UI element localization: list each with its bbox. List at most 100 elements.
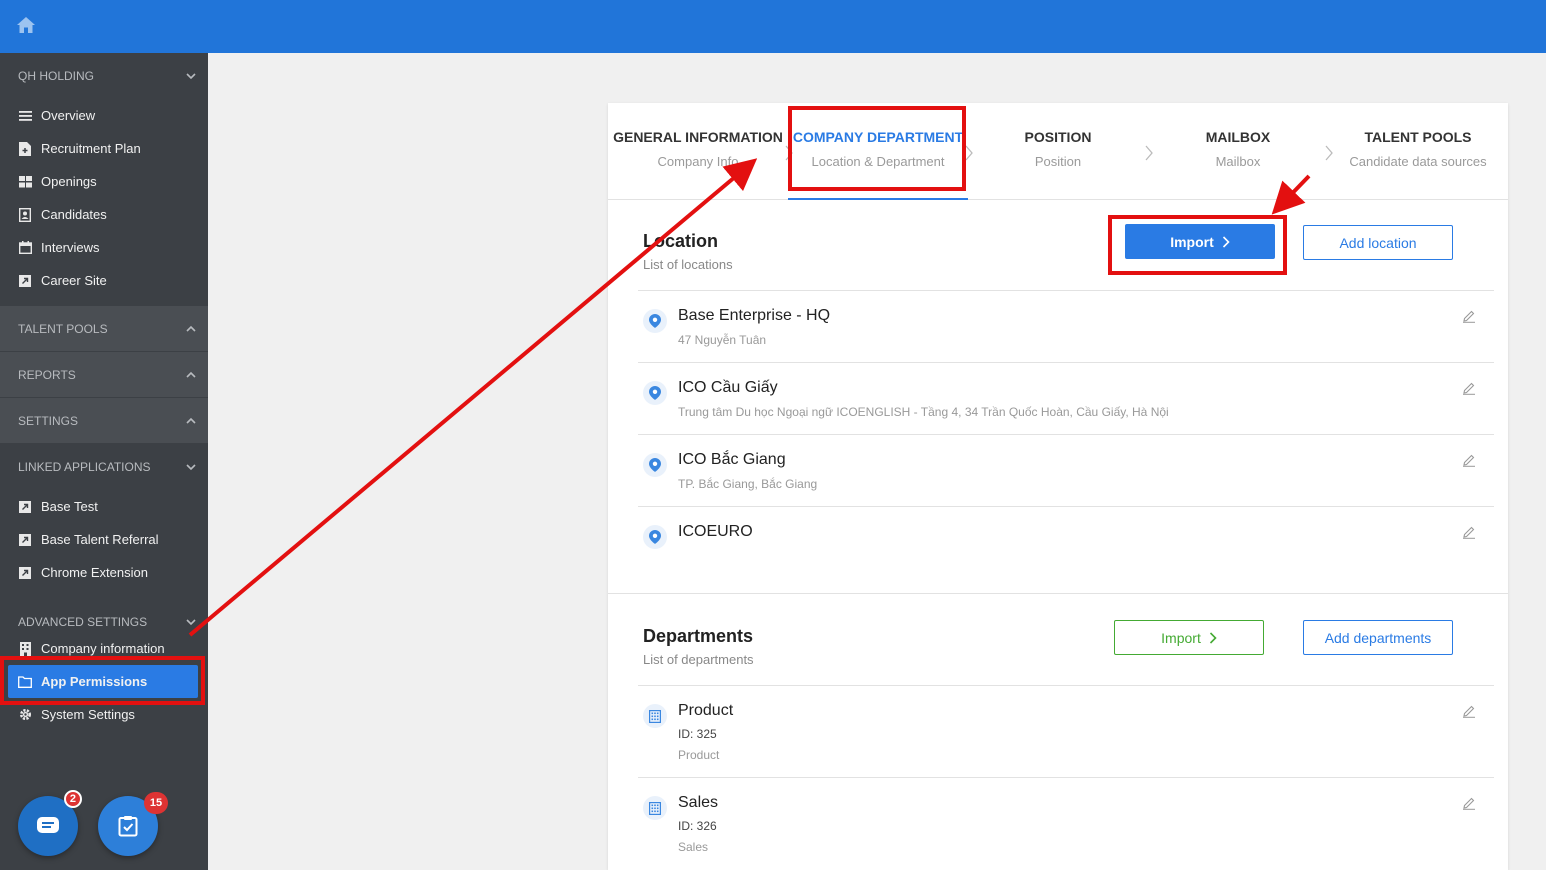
step-position[interactable]: POSITION Position xyxy=(968,103,1148,199)
sidebar-item-interviews[interactable]: Interviews xyxy=(0,231,208,264)
sidebar-section-talent-pools[interactable]: TALENT POOLS xyxy=(0,306,208,352)
step-general-information[interactable]: GENERAL INFORMATION Company Info xyxy=(608,103,788,199)
sidebar-section-label: REPORTS xyxy=(18,367,76,382)
home-icon[interactable] xyxy=(16,15,36,35)
sidebar-section-label: SETTINGS xyxy=(18,413,79,428)
wizard-steps: GENERAL INFORMATION Company Info COMPANY… xyxy=(608,103,1508,200)
edit-icon[interactable] xyxy=(1462,381,1476,395)
external-icon xyxy=(18,566,32,580)
button-label: Add departments xyxy=(1324,629,1432,646)
location-name: Base Enterprise - HQ xyxy=(678,307,831,324)
edit-icon[interactable] xyxy=(1462,796,1476,810)
task-badge: 15 xyxy=(144,792,168,814)
location-address: Trung tâm Du học Ngoại ngữ ICOENGLISH - … xyxy=(678,405,1169,419)
chevron-down-icon xyxy=(186,73,196,80)
sidebar-item-label: Interviews xyxy=(41,240,100,255)
sidebar-item-openings[interactable]: Openings xyxy=(0,165,208,198)
chat-button[interactable]: 2 xyxy=(18,790,82,856)
add-location-button[interactable]: Add location xyxy=(1303,225,1453,260)
chat-icon xyxy=(37,817,59,833)
location-title: Location xyxy=(643,231,718,251)
location-row[interactable]: ICO Cầu Giấy Trung tâm Du học Ngoại ngữ … xyxy=(638,362,1494,434)
building-icon xyxy=(643,704,667,728)
sidebar-item-label: Company information xyxy=(41,641,165,656)
sidebar-section-settings[interactable]: SETTINGS xyxy=(0,398,208,444)
step-mailbox[interactable]: MAILBOX Mailbox xyxy=(1148,103,1328,199)
departments-import-button[interactable]: Import xyxy=(1114,620,1264,655)
sidebar-item-base-talent-referral[interactable]: Base Talent Referral xyxy=(0,523,208,556)
contact-icon xyxy=(18,207,32,222)
sidebar-section-label: TALENT POOLS xyxy=(18,321,108,336)
chat-badge: 2 xyxy=(63,790,82,808)
chevron-up-icon xyxy=(186,371,196,378)
department-row[interactable]: Product ID: 325 Product xyxy=(638,685,1494,777)
step-subtitle: Candidate data sources xyxy=(1349,154,1487,169)
departments-title: Departments xyxy=(643,626,754,646)
building-icon xyxy=(18,641,32,656)
map-pin-icon xyxy=(643,309,667,333)
edit-icon[interactable] xyxy=(1462,704,1476,718)
chevron-right-icon xyxy=(1209,631,1217,644)
location-row[interactable]: ICOEURO xyxy=(638,506,1494,578)
sidebar-item-label: Overview xyxy=(41,108,96,123)
settings-card: GENERAL INFORMATION Company Info COMPANY… xyxy=(608,103,1508,870)
sidebar-item-candidates[interactable]: Candidates xyxy=(0,198,208,231)
task-button[interactable]: 15 xyxy=(98,792,168,856)
location-address: 47 Nguyễn Tuân xyxy=(678,333,767,347)
department-name: Product xyxy=(678,702,734,719)
annotation-box-import xyxy=(1108,215,1287,275)
location-row[interactable]: Base Enterprise - HQ 47 Nguyễn Tuân xyxy=(638,290,1494,362)
department-description: Sales xyxy=(678,840,709,854)
sidebar-item-recruitment-plan[interactable]: Recruitment Plan xyxy=(0,132,208,165)
location-name: ICO Cầu Giấy xyxy=(678,379,778,396)
location-address: TP. Bắc Giang, Bắc Giang xyxy=(678,477,818,491)
sidebar-item-label: Recruitment Plan xyxy=(41,141,141,156)
gear-icon xyxy=(18,708,32,722)
step-title: TALENT POOLS xyxy=(1364,129,1472,145)
departments-subtitle: List of departments xyxy=(643,652,754,667)
step-title: MAILBOX xyxy=(1205,129,1271,145)
sidebar-section-reports[interactable]: REPORTS xyxy=(0,352,208,398)
location-name: ICOEURO xyxy=(678,523,753,540)
sidebar-item-base-test[interactable]: Base Test xyxy=(0,490,208,523)
sidebar-section-label: QH HOLDING xyxy=(18,69,95,83)
department-id: ID: 325 xyxy=(678,727,717,741)
sidebar-item-overview[interactable]: Overview xyxy=(0,99,208,132)
list-icon xyxy=(18,109,32,123)
sidebar-section-label: LINKED APPLICATIONS xyxy=(18,460,151,474)
sidebar-section-linked-applications[interactable]: LINKED APPLICATIONS xyxy=(0,444,208,490)
chevron-right-icon xyxy=(1325,145,1333,161)
clipboard-check-icon xyxy=(118,816,138,837)
sidebar: QH HOLDING Overview Recruitment Plan Ope… xyxy=(0,53,208,870)
sidebar-item-chrome-extension[interactable]: Chrome Extension xyxy=(0,556,208,589)
chevron-down-icon xyxy=(186,619,196,626)
sidebar-section-label: ADVANCED SETTINGS xyxy=(18,615,148,629)
button-label: Import xyxy=(1161,629,1201,646)
top-bar xyxy=(0,0,1546,53)
location-row[interactable]: ICO Bắc Giang TP. Bắc Giang, Bắc Giang xyxy=(638,434,1494,506)
chevron-down-icon xyxy=(186,464,196,471)
building-icon xyxy=(643,796,667,820)
external-icon xyxy=(18,274,32,288)
step-subtitle: Company Info xyxy=(657,154,739,169)
step-title: POSITION xyxy=(1024,129,1092,145)
annotation-box-app-permissions xyxy=(0,656,205,705)
sidebar-item-label: Chrome Extension xyxy=(41,565,148,580)
edit-icon[interactable] xyxy=(1462,453,1476,467)
edit-icon[interactable] xyxy=(1462,309,1476,323)
sidebar-item-label: Openings xyxy=(41,174,97,189)
section-divider xyxy=(608,593,1508,594)
edit-icon[interactable] xyxy=(1462,525,1476,539)
sidebar-item-label: System Settings xyxy=(41,707,135,722)
chevron-up-icon xyxy=(186,325,196,332)
map-pin-icon xyxy=(643,525,667,549)
add-departments-button[interactable]: Add departments xyxy=(1303,620,1453,655)
step-talent-pools[interactable]: TALENT POOLS Candidate data sources xyxy=(1328,103,1508,199)
map-pin-icon xyxy=(643,453,667,477)
department-row[interactable]: Sales ID: 326 Sales xyxy=(638,777,1494,869)
external-icon xyxy=(18,533,32,547)
step-title: GENERAL INFORMATION xyxy=(613,129,783,145)
sidebar-item-career-site[interactable]: Career Site xyxy=(0,264,208,297)
sidebar-section-qh-holding[interactable]: QH HOLDING xyxy=(0,53,208,99)
department-name: Sales xyxy=(678,794,719,811)
